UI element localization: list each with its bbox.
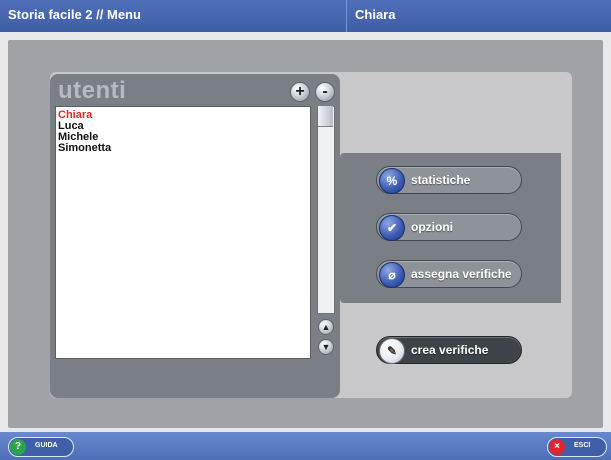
assegna-verifiche-button[interactable]: ⌀ assegna verifiche bbox=[376, 260, 522, 288]
title-divider bbox=[346, 0, 347, 32]
plus-icon: + bbox=[295, 83, 305, 100]
close-icon: × bbox=[549, 439, 565, 455]
arrow-down-icon: ▼ bbox=[321, 342, 331, 352]
percent-icon: % bbox=[379, 168, 405, 194]
scroll-up-button[interactable]: ▲ bbox=[318, 319, 334, 335]
esci-label: ESCI bbox=[574, 442, 591, 449]
current-user-title: Chiara bbox=[355, 7, 396, 22]
crea-verifiche-button[interactable]: ✎ crea verifiche bbox=[376, 336, 522, 364]
statistiche-button[interactable]: % statistiche bbox=[376, 166, 522, 194]
minus-icon: - bbox=[322, 83, 328, 100]
help-icon: ? bbox=[10, 439, 26, 455]
checkbox-icon: ✔ bbox=[379, 215, 405, 241]
statistiche-label: statistiche bbox=[411, 173, 471, 187]
title-bar: Storia facile 2 // Menu Chiara bbox=[0, 0, 611, 32]
list-item-chiara[interactable]: Chiara bbox=[56, 110, 310, 121]
crea-verifiche-label: crea verifiche bbox=[411, 343, 489, 357]
assegna-verifiche-label: assegna verifiche bbox=[411, 267, 512, 281]
users-scrollbar-thumb[interactable] bbox=[318, 106, 333, 127]
guida-button[interactable]: ? GUIDA bbox=[8, 437, 74, 457]
scroll-down-button[interactable]: ▼ bbox=[318, 339, 334, 355]
paperclip-icon: ⌀ bbox=[379, 262, 405, 288]
opzioni-button[interactable]: ✔ opzioni bbox=[376, 213, 522, 241]
users-panel-title: utenti bbox=[58, 77, 127, 104]
add-user-button[interactable]: + bbox=[290, 82, 310, 102]
guida-label: GUIDA bbox=[35, 442, 58, 449]
users-scrollbar-track[interactable] bbox=[317, 106, 335, 314]
bottom-bar bbox=[0, 432, 611, 460]
remove-user-button[interactable]: - bbox=[315, 82, 335, 102]
users-list: Chiara Luca Michele Simonetta bbox=[55, 106, 311, 359]
pencil-icon: ✎ bbox=[379, 338, 405, 364]
app-title: Storia facile 2 // Menu bbox=[8, 7, 141, 22]
list-item-simonetta[interactable]: Simonetta bbox=[56, 143, 310, 154]
arrow-up-icon: ▲ bbox=[321, 322, 331, 332]
esci-button[interactable]: × ESCI bbox=[547, 437, 607, 457]
opzioni-label: opzioni bbox=[411, 220, 453, 234]
